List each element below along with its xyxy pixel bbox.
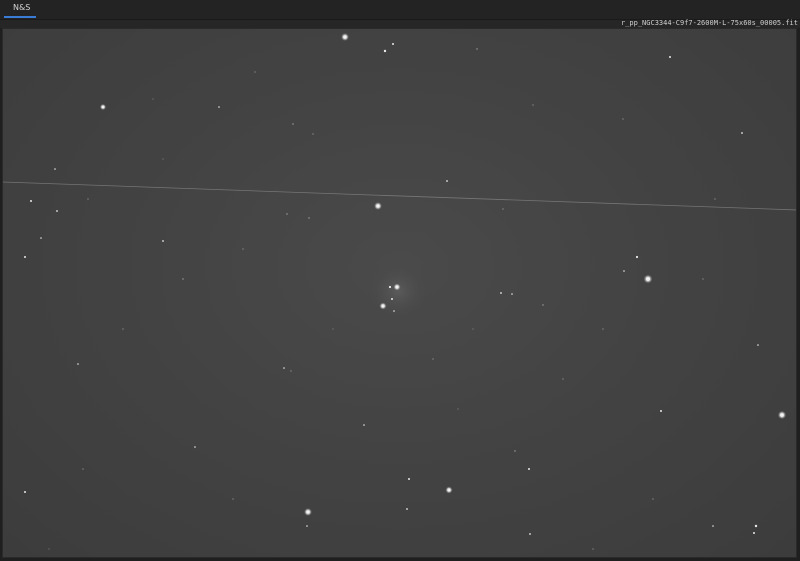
star <box>669 56 671 58</box>
star <box>306 525 308 527</box>
star <box>283 367 285 369</box>
star <box>24 256 26 258</box>
star <box>660 410 662 412</box>
star <box>40 237 42 239</box>
star <box>48 548 50 550</box>
star <box>122 328 124 330</box>
star <box>500 292 502 294</box>
star <box>292 123 294 125</box>
file-name-bar: r_pp_NGC3344-C9f7-2600M-L-75x60s_00005.f… <box>0 19 800 28</box>
star <box>395 285 399 289</box>
star <box>77 363 79 365</box>
star <box>286 213 288 215</box>
star <box>741 132 743 134</box>
tab-label: N&S <box>13 3 31 12</box>
star <box>406 508 408 510</box>
star <box>392 43 394 45</box>
star <box>447 488 451 492</box>
star <box>254 71 256 73</box>
star <box>101 105 105 109</box>
star <box>242 248 244 250</box>
star <box>457 408 459 410</box>
star <box>290 370 292 372</box>
star <box>308 217 310 219</box>
star <box>635 255 639 259</box>
star <box>383 49 387 53</box>
fits-image-canvas[interactable] <box>2 28 797 558</box>
star <box>702 278 704 280</box>
star <box>343 35 347 39</box>
image-viewer-app: N&S r_pp_NGC3344-C9f7-2600M-L-75x60s_000… <box>0 0 800 561</box>
star <box>54 168 56 170</box>
star <box>652 498 654 500</box>
tab-bar: N&S <box>0 0 800 20</box>
star <box>87 198 89 200</box>
star <box>152 98 154 100</box>
star <box>432 358 434 360</box>
star <box>472 328 474 330</box>
star <box>446 180 448 182</box>
star <box>753 532 755 534</box>
star <box>182 278 184 280</box>
star <box>381 304 385 308</box>
star <box>218 106 220 108</box>
star <box>476 48 478 50</box>
tab-ns[interactable]: N&S <box>4 0 36 19</box>
star <box>562 378 564 380</box>
satellite-trail <box>3 181 796 211</box>
star <box>408 478 410 480</box>
star <box>514 450 516 452</box>
star <box>306 510 310 514</box>
star <box>82 468 84 470</box>
star <box>162 240 164 242</box>
star-field <box>3 33 796 550</box>
star <box>511 293 513 295</box>
star <box>623 270 625 272</box>
star <box>312 133 314 135</box>
star <box>24 491 26 493</box>
star <box>592 548 594 550</box>
star <box>332 328 334 330</box>
star <box>376 204 380 208</box>
star <box>602 328 604 330</box>
star <box>757 344 759 346</box>
star <box>780 413 784 417</box>
star <box>232 498 234 500</box>
star <box>646 277 650 281</box>
star <box>712 525 714 527</box>
active-tab-indicator <box>4 16 36 18</box>
star <box>393 310 395 312</box>
star <box>754 524 758 528</box>
star <box>529 533 531 535</box>
star <box>542 304 544 306</box>
star <box>528 468 530 470</box>
star <box>502 208 504 210</box>
star <box>622 118 624 120</box>
star <box>56 210 58 212</box>
star <box>714 198 716 200</box>
galaxy-ngc3344-glow <box>368 263 428 319</box>
star <box>363 424 365 426</box>
star <box>391 298 393 300</box>
star <box>532 104 534 106</box>
image-filename: r_pp_NGC3344-C9f7-2600M-L-75x60s_00005.f… <box>620 19 798 27</box>
star <box>30 200 32 202</box>
star <box>194 446 196 448</box>
star <box>388 285 392 289</box>
star <box>162 158 164 160</box>
